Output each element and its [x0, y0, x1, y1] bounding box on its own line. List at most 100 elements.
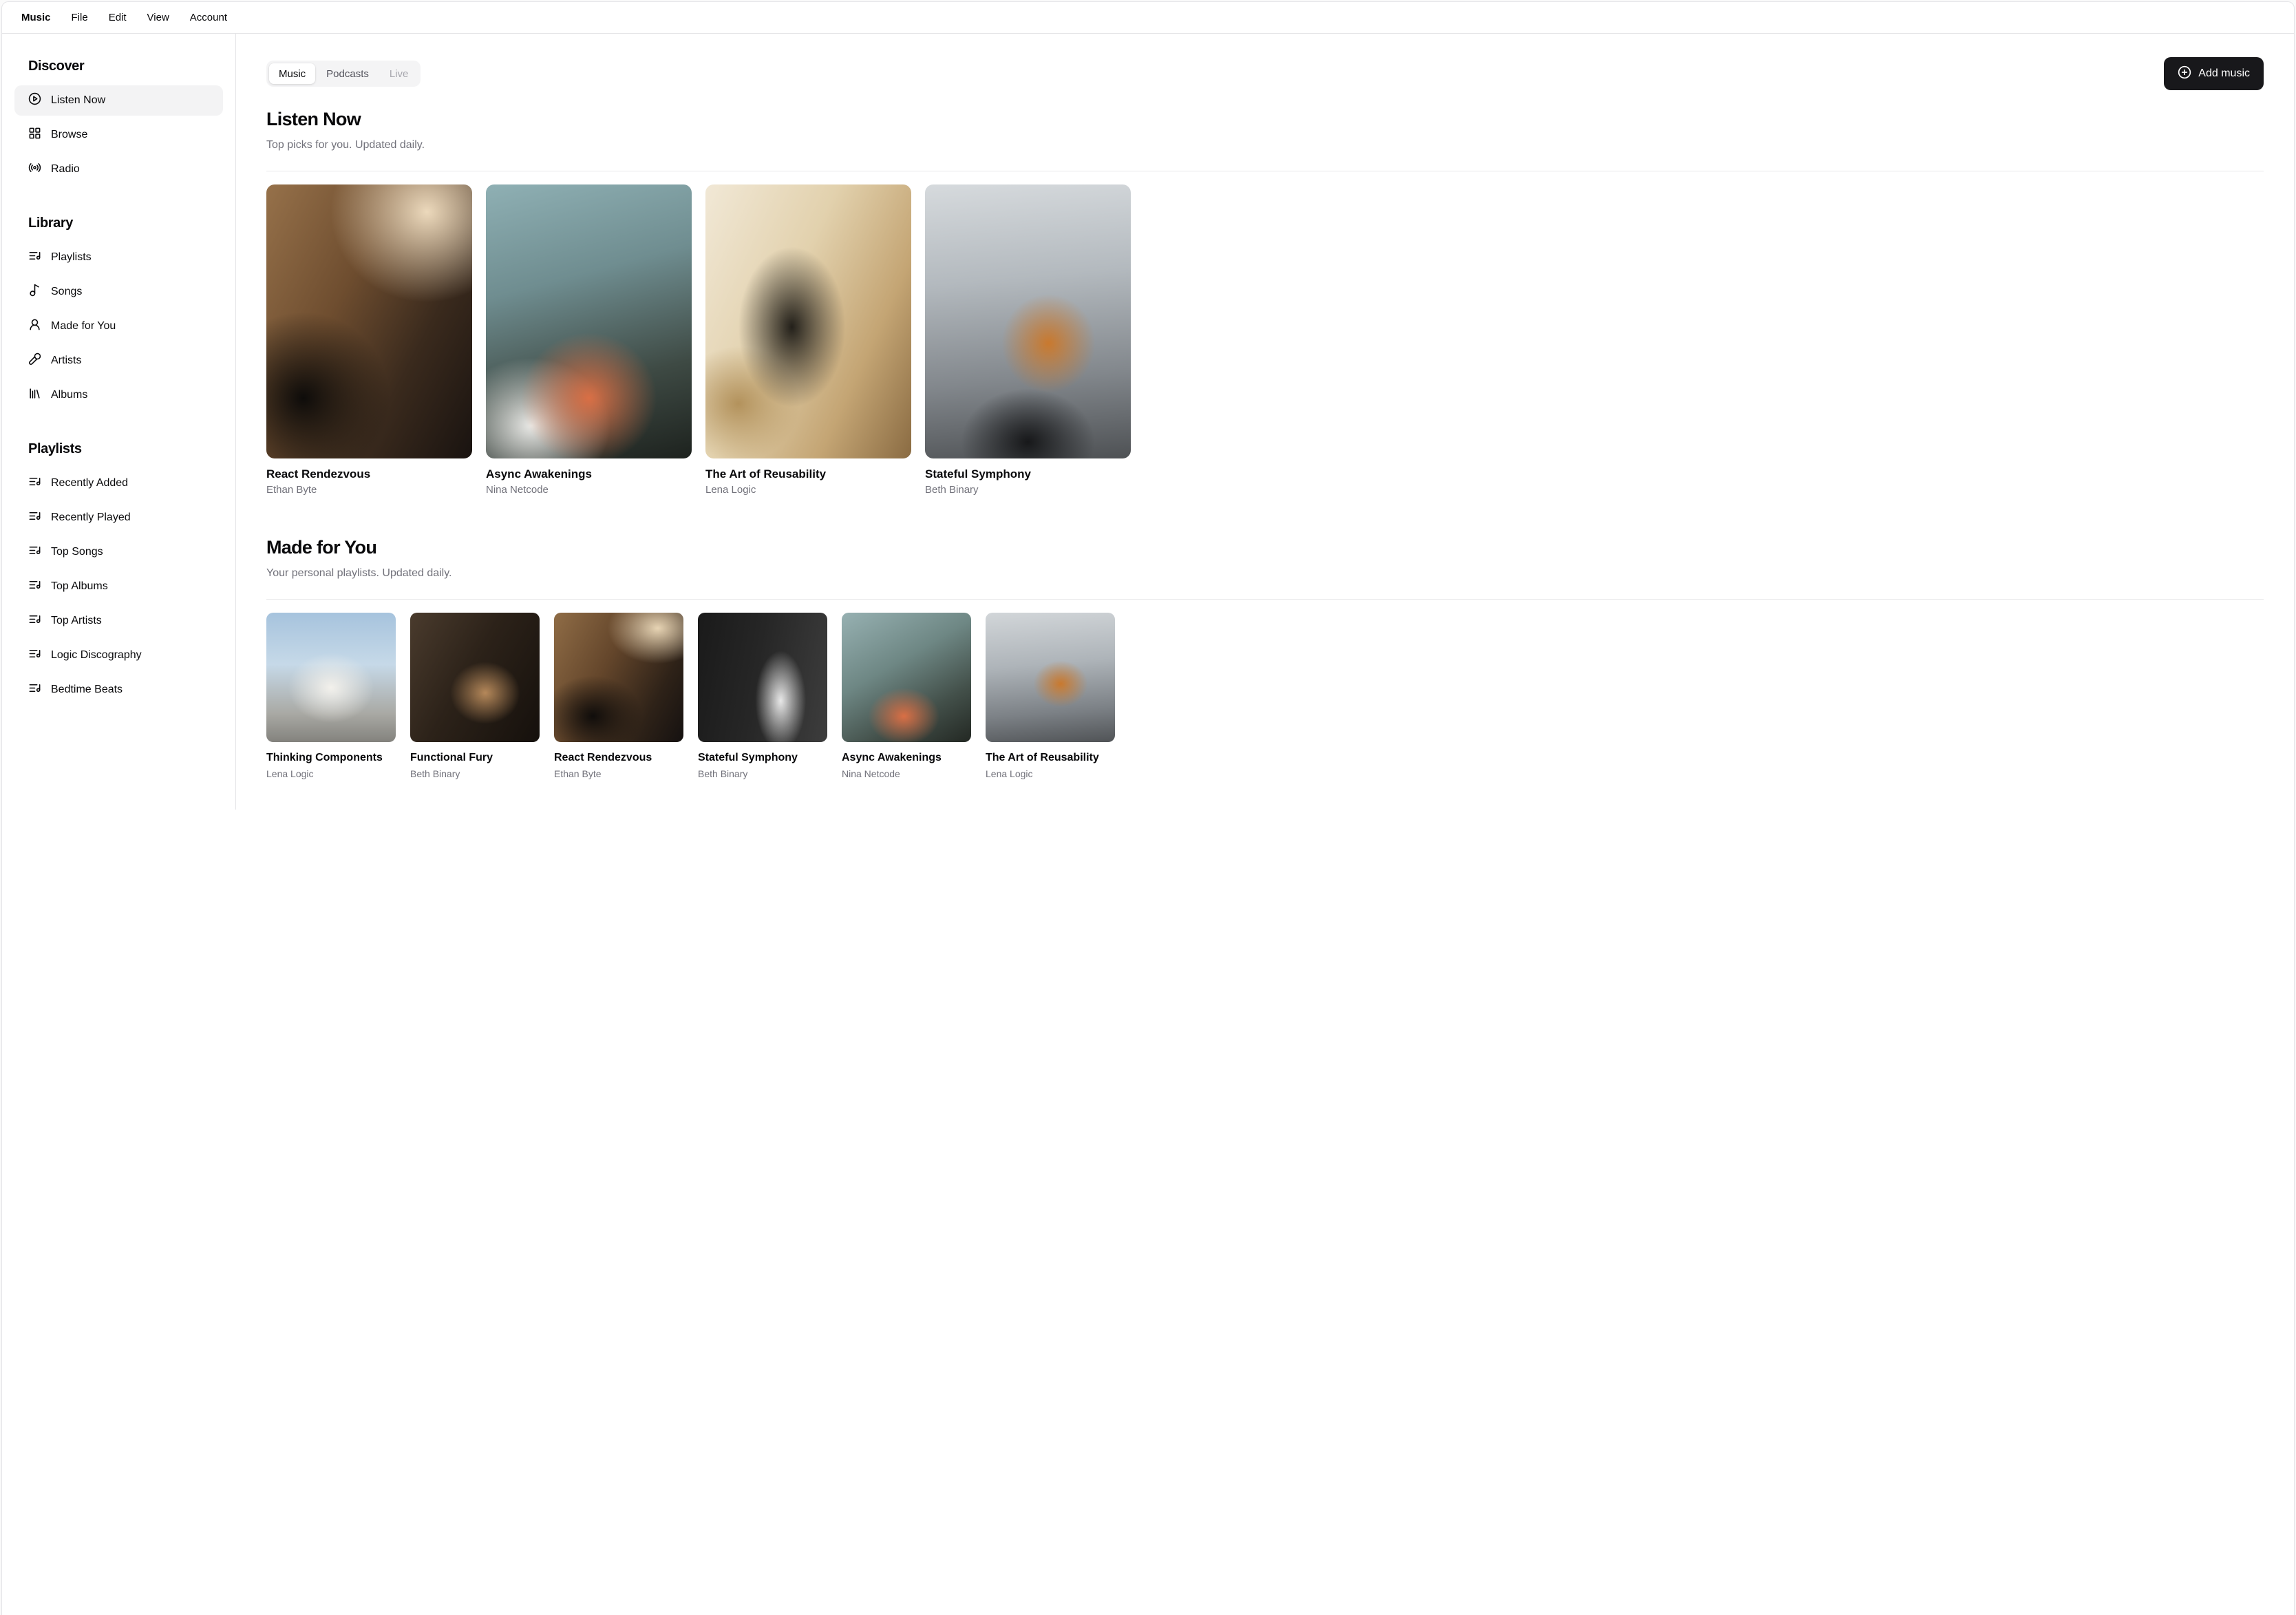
sidebar-item-browse[interactable]: Browse [14, 120, 223, 150]
album-art[interactable] [266, 184, 472, 458]
made-for-you-title: Made for You [266, 537, 377, 558]
sidebar-item-top-artists[interactable]: Top Artists [14, 606, 223, 636]
sidebar-item-albums[interactable]: Albums [14, 380, 223, 410]
listen-now-subtitle: Top picks for you. Updated daily. [266, 139, 425, 151]
tab-list: Music Podcasts Live [266, 61, 421, 87]
sidebar-item-recently-added[interactable]: Recently Added [14, 468, 223, 498]
sidebar-heading-library: Library [28, 215, 74, 231]
sidebar-item-label: Top Artists [51, 615, 102, 626]
list-music-icon [28, 647, 41, 664]
sidebar-item-artists[interactable]: Artists [14, 346, 223, 376]
playlist-artist: Beth Binary [410, 768, 460, 779]
sidebar-section-playlists: Playlists Recently Added Recently Played… [14, 441, 223, 705]
sidebar-item-logic-discography[interactable]: Logic Discography [14, 640, 223, 671]
playlist-artist: Beth Binary [698, 768, 748, 779]
made-for-you-card-row: Thinking Components Lena Logic Functiona… [266, 613, 2264, 780]
user-icon [28, 318, 41, 335]
sidebar-item-top-songs[interactable]: Top Songs [14, 537, 223, 567]
tab-live: Live [380, 63, 418, 84]
sidebar-item-label: Listen Now [51, 94, 106, 106]
playlist-art[interactable] [842, 613, 971, 742]
playlist-card: The Art of Reusability Lena Logic [986, 613, 1115, 780]
list-music-icon [28, 613, 41, 629]
sidebar-heading-playlists: Playlists [28, 441, 82, 456]
add-music-button[interactable]: Add music [2164, 57, 2264, 90]
content-header: Music Podcasts Live Add music [266, 57, 2264, 90]
menu-edit[interactable]: Edit [100, 8, 135, 28]
playlist-title: The Art of Reusability [986, 752, 1099, 763]
microphone-icon [28, 352, 41, 369]
menu-file[interactable]: File [63, 8, 96, 28]
album-art[interactable] [925, 184, 1131, 458]
add-music-label: Add music [2198, 67, 2250, 79]
sidebar-item-label: Recently Added [51, 477, 129, 489]
sidebar-item-label: Top Songs [51, 546, 103, 558]
playlist-title: React Rendezvous [554, 752, 652, 763]
playlist-title: Thinking Components [266, 752, 383, 763]
playlist-title: Async Awakenings [842, 752, 942, 763]
sidebar-item-radio[interactable]: Radio [14, 154, 223, 184]
list-music-icon [28, 682, 41, 698]
playlist-art[interactable] [986, 613, 1115, 742]
sidebar-heading-discover: Discover [28, 59, 85, 74]
sidebar-item-label: Playlists [51, 251, 92, 263]
menu-music[interactable]: Music [13, 8, 59, 28]
playlist-artist: Ethan Byte [554, 768, 602, 779]
sidebar-item-made-for-you[interactable]: Made for You [14, 311, 223, 341]
sidebar-item-label: Bedtime Beats [51, 684, 123, 695]
radio-icon [28, 161, 41, 178]
sidebar-item-top-albums[interactable]: Top Albums [14, 571, 223, 602]
playlist-art[interactable] [410, 613, 540, 742]
sidebar-item-label: Songs [51, 286, 83, 297]
album-artist: Beth Binary [925, 484, 979, 496]
album-title: Stateful Symphony [925, 467, 1031, 481]
album-art[interactable] [705, 184, 911, 458]
listen-now-section-header: Listen Now Top picks for you. Updated da… [266, 108, 2264, 151]
sidebar-item-label: Logic Discography [51, 649, 142, 661]
menu-view[interactable]: View [139, 8, 178, 28]
album-card: Stateful Symphony Beth Binary [925, 184, 1131, 496]
made-for-you-section-header: Made for You Your personal playlists. Up… [266, 536, 2264, 580]
sidebar-item-recently-played[interactable]: Recently Played [14, 503, 223, 533]
playlist-card: React Rendezvous Ethan Byte [554, 613, 683, 780]
layout-grid-icon [28, 127, 41, 143]
sidebar-item-label: Browse [51, 129, 88, 140]
menu-account[interactable]: Account [182, 8, 235, 28]
separator [266, 599, 2264, 600]
album-card: The Art of Reusability Lena Logic [705, 184, 911, 496]
playlist-artist: Lena Logic [266, 768, 314, 779]
album-title: Async Awakenings [486, 467, 593, 481]
sidebar: Discover Listen Now Browse Radio Library [2, 34, 236, 810]
album-card: React Rendezvous Ethan Byte [266, 184, 472, 496]
main-content: Music Podcasts Live Add music Listen Now… [236, 34, 2294, 810]
menubar: Music File Edit View Account [2, 2, 2294, 34]
sidebar-item-label: Radio [51, 163, 80, 175]
playlist-art[interactable] [266, 613, 396, 742]
sidebar-item-bedtime-beats[interactable]: Bedtime Beats [14, 675, 223, 705]
sidebar-item-label: Albums [51, 389, 88, 401]
sidebar-item-label: Artists [51, 355, 82, 366]
playlist-art[interactable] [698, 613, 827, 742]
list-music-icon [28, 475, 41, 492]
circle-plus-icon [2178, 65, 2191, 83]
list-music-icon [28, 578, 41, 595]
playlist-artist: Nina Netcode [842, 768, 900, 779]
sidebar-section-library: Library Playlists Songs Made for You Art… [14, 215, 223, 410]
album-art[interactable] [486, 184, 692, 458]
album-artist: Lena Logic [705, 484, 756, 496]
playlist-artist: Lena Logic [986, 768, 1033, 779]
tab-podcasts[interactable]: Podcasts [317, 63, 379, 84]
sidebar-item-label: Made for You [51, 320, 116, 332]
music-note-icon [28, 284, 41, 300]
made-for-you-subtitle: Your personal playlists. Updated daily. [266, 567, 452, 579]
playlist-card: Async Awakenings Nina Netcode [842, 613, 971, 780]
album-title: The Art of Reusability [705, 467, 827, 481]
sidebar-item-listen-now[interactable]: Listen Now [14, 85, 223, 116]
playlist-art[interactable] [554, 613, 683, 742]
listen-now-title: Listen Now [266, 109, 361, 129]
tab-music[interactable]: Music [269, 63, 316, 84]
library-icon [28, 387, 41, 403]
sidebar-item-songs[interactable]: Songs [14, 277, 223, 307]
sidebar-item-playlists[interactable]: Playlists [14, 242, 223, 273]
listen-now-card-row: React Rendezvous Ethan Byte Async Awaken… [266, 184, 2264, 496]
